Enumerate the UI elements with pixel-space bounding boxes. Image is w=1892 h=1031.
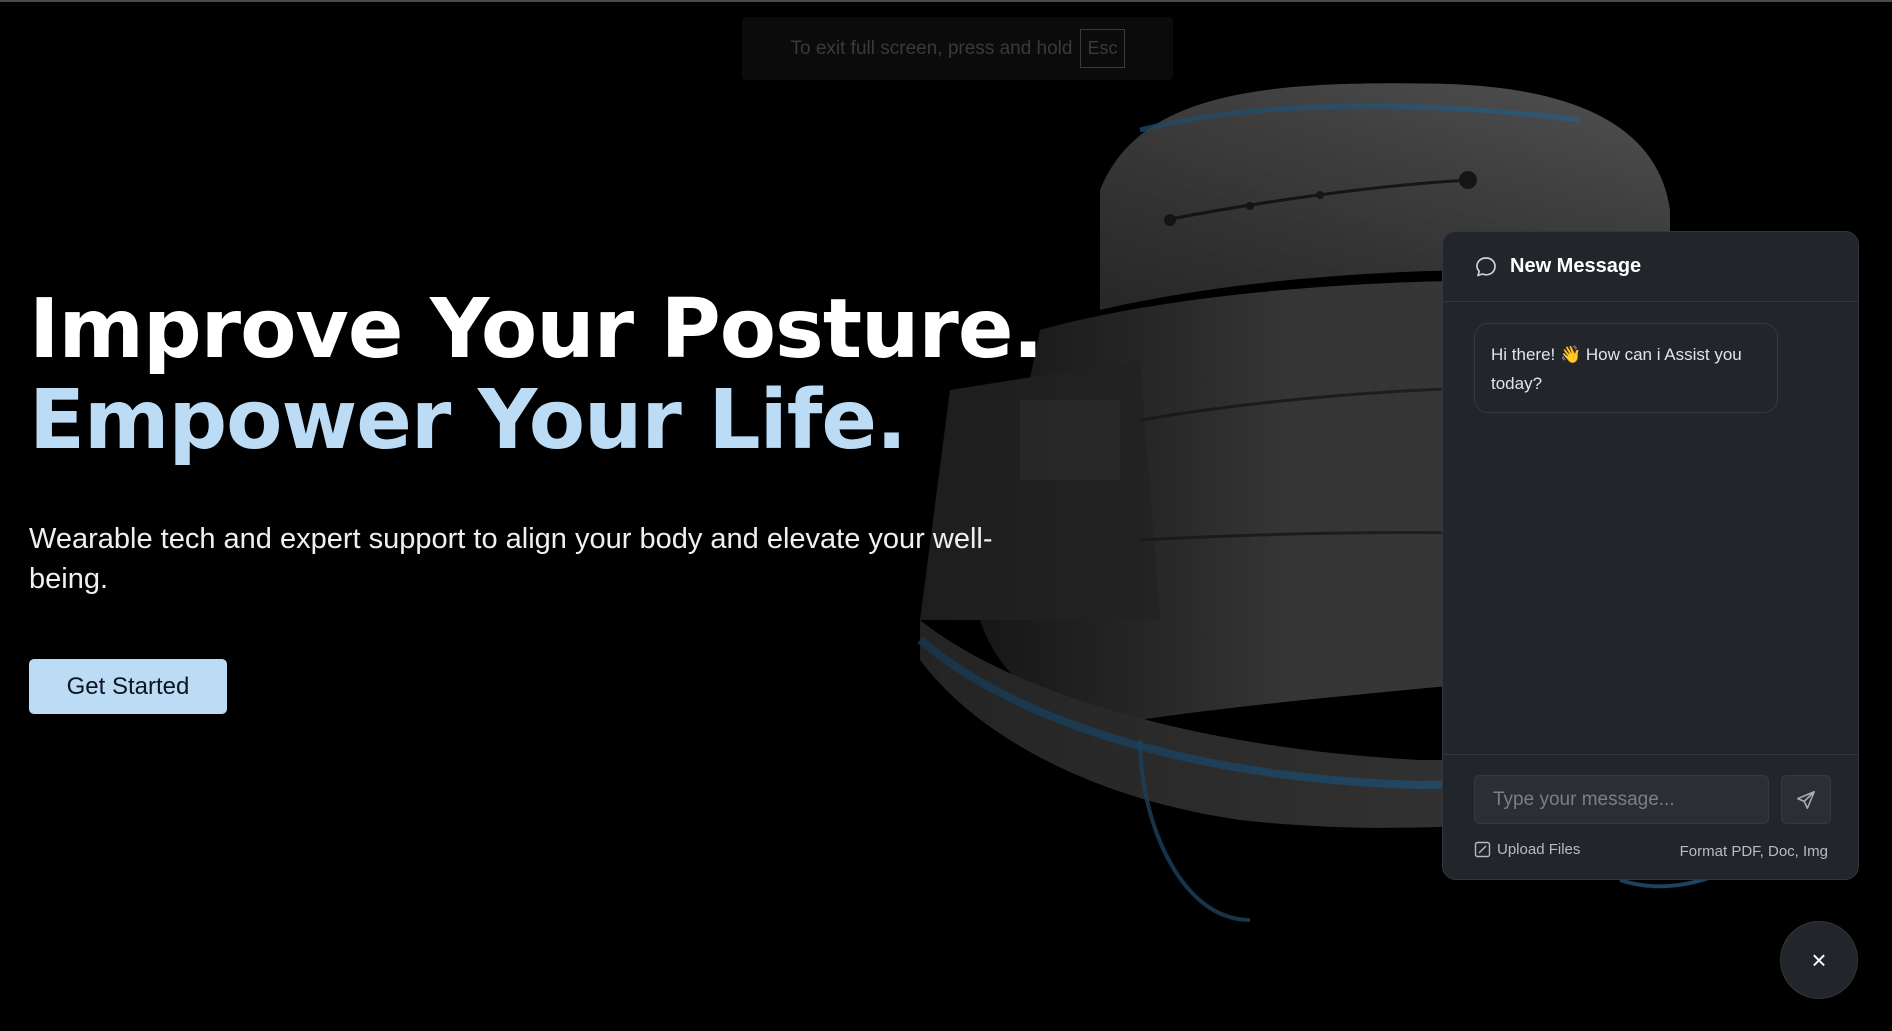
window-top-border — [0, 0, 1892, 2]
close-chat-button[interactable]: × — [1780, 921, 1858, 999]
close-icon: × — [1811, 944, 1827, 975]
fullscreen-hint: To exit full screen, press and hold Esc — [742, 17, 1173, 80]
upload-files-label: Upload Files — [1497, 841, 1581, 858]
chat-header-title: New Message — [1510, 255, 1642, 277]
hero-title-line1: Improve Your Posture. — [29, 282, 1044, 377]
esc-key-badge: Esc — [1080, 29, 1125, 68]
hero-title-line2: Empower Your Life. — [29, 373, 907, 468]
message-input[interactable] — [1474, 775, 1769, 824]
allowed-formats-text: Format PDF, Doc, Img — [1679, 843, 1828, 860]
upload-checkbox-icon — [1474, 841, 1491, 858]
chat-bubble-icon — [1476, 256, 1496, 276]
hero-subtitle: Wearable tech and expert support to alig… — [29, 523, 993, 595]
chat-messages: Hi there! 👋 How can i Assist you today? — [1443, 302, 1858, 754]
fullscreen-hint-text: To exit full screen, press and hold — [790, 37, 1073, 59]
assistant-message: Hi there! 👋 How can i Assist you today? — [1474, 323, 1778, 413]
get-started-button[interactable]: Get Started — [29, 659, 227, 714]
hero-title: Improve Your Posture. Empower Your Life. — [29, 282, 1044, 468]
chat-footer: Upload Files Format PDF, Doc, Img — [1443, 754, 1858, 879]
landing-page: To exit full screen, press and hold Esc … — [0, 0, 1892, 1031]
upload-files-button[interactable]: Upload Files — [1474, 841, 1580, 858]
send-icon — [1796, 790, 1816, 809]
chat-header: New Message — [1443, 232, 1858, 302]
send-button[interactable] — [1781, 775, 1831, 824]
chat-panel: New Message Hi there! 👋 How can i Assist… — [1442, 231, 1859, 880]
